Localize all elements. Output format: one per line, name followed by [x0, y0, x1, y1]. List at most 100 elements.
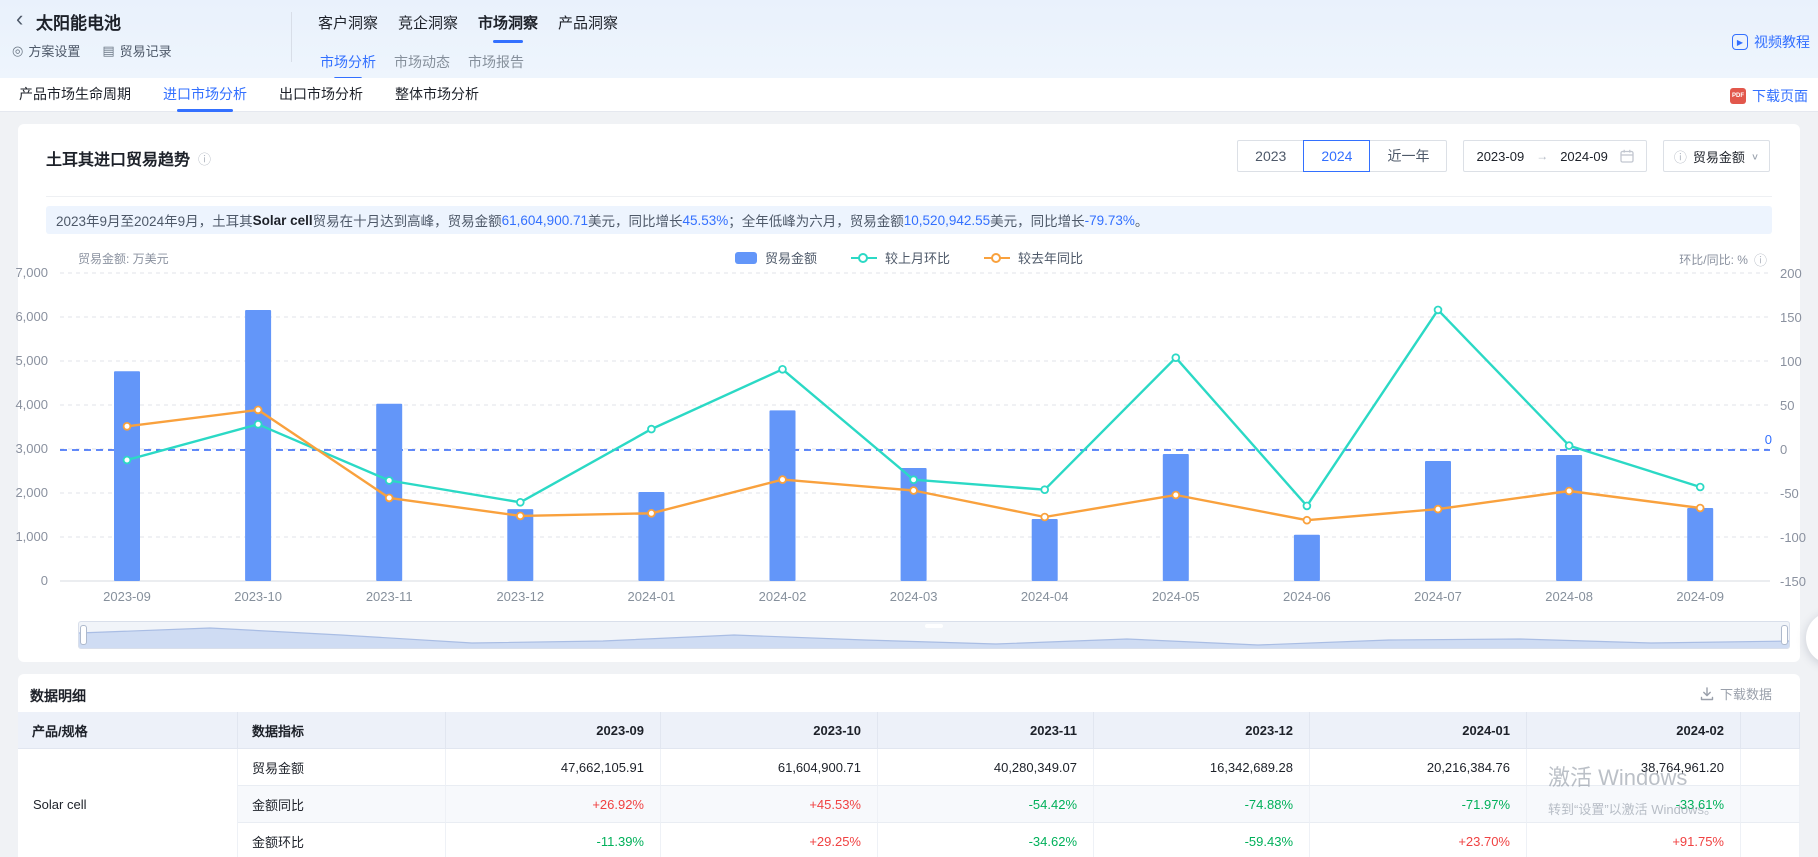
col-header-product: 产品/规格 — [18, 712, 238, 749]
row-label-贸易金额: 贸易金额 — [238, 749, 446, 786]
header-action-label: 贸易记录 — [120, 41, 172, 60]
summary-text: Solar cell — [253, 213, 313, 228]
subtab-市场分析[interactable]: 市场分析 — [320, 52, 376, 80]
nav-进口市场分析[interactable]: 进口市场分析 — [163, 78, 247, 112]
value-金额环比-2024-01: +23.70% — [1310, 823, 1527, 857]
col-header-2024-02: 2024-02 — [1527, 712, 1741, 749]
summary-text: 美元，同比增长 — [990, 210, 1085, 230]
nav-label: 产品市场生命周期 — [19, 86, 131, 102]
chart-title: 土耳其进口贸易趋势 — [46, 146, 190, 170]
tab-label: 客户洞察 — [318, 15, 378, 32]
header-action-方案设置[interactable]: ◎方案设置 — [12, 41, 80, 60]
tab-label: 竞企洞察 — [398, 15, 458, 32]
value-贸易金额-2024-01: 20,216,384.76 — [1310, 749, 1527, 786]
year-button-2023[interactable]: 2023 — [1237, 140, 1304, 172]
summary-text: 。 — [1135, 210, 1149, 230]
year-filter-group: 20232024近一年 — [1237, 140, 1447, 172]
tab-label: 市场洞察 — [478, 15, 538, 32]
date-range-picker[interactable]: 2023-09 → 2024-09 — [1463, 140, 1646, 172]
range-arrow-icon: → — [1536, 149, 1548, 163]
data-detail-card: 数据明细 下载数据 产品/规格数据指标2023-092023-102023-11… — [18, 674, 1800, 857]
legend-ring — [858, 253, 868, 263]
value-金额同比-2024-02: -33.61% — [1527, 786, 1741, 823]
analysis-nav: 产品市场生命周期 进口市场分析 出口市场分析 整体市场分析 — [0, 78, 1818, 112]
metric-select-value: 贸易金额 — [1693, 147, 1745, 166]
chart-legend: 贸易金额 较上月环比 较去年同比 — [18, 248, 1800, 267]
tab-产品洞察[interactable]: 产品洞察 — [558, 12, 618, 43]
info-icon[interactable]: ⓘ — [1754, 250, 1767, 269]
left-axis-unit: 贸易金额: 万美元 — [78, 250, 169, 267]
datazoom-grip[interactable] — [925, 624, 943, 628]
nav-label: 出口市场分析 — [279, 86, 363, 102]
back-icon[interactable]: ‹ — [16, 8, 23, 30]
play-icon: ▶ — [1732, 34, 1748, 50]
download-page-button[interactable]: PDF 下载页面 — [1730, 86, 1808, 106]
info-icon: ⓘ — [1674, 147, 1687, 166]
summary-highlight: 61,604,900.71 — [502, 213, 588, 228]
subtab-label: 市场分析 — [320, 54, 376, 70]
legend-bar-swatch — [735, 252, 757, 264]
value-金额环比-2024-02: +91.75% — [1527, 823, 1741, 857]
chevron-down-icon: ∨ — [1751, 151, 1759, 161]
detail-table: 产品/规格数据指标2023-092023-102023-112023-12202… — [18, 712, 1800, 857]
col-header-filler — [1741, 712, 1800, 749]
back-to-top-button[interactable] — [1806, 612, 1818, 664]
tab-市场洞察[interactable]: 市场洞察 — [478, 12, 538, 43]
nav-整体市场分析[interactable]: 整体市场分析 — [395, 78, 479, 112]
info-icon[interactable]: ⓘ — [198, 149, 211, 168]
tab-label: 产品洞察 — [558, 15, 618, 32]
header-action-贸易记录[interactable]: ▤贸易记录 — [102, 41, 171, 60]
download-data-button[interactable]: 下载数据 — [1700, 684, 1772, 703]
legend-line-swatch — [851, 252, 877, 264]
date-range-start: 2023-09 — [1476, 149, 1524, 164]
row-filler — [1741, 823, 1800, 857]
nav-label: 进口市场分析 — [163, 86, 247, 102]
market-sub-tabs: 市场分析 市场动态 市场报告 — [320, 52, 524, 80]
legend-item-较去年同比[interactable]: 较去年同比 — [984, 248, 1083, 267]
value-金额环比-2023-12: -59.43% — [1094, 823, 1310, 857]
datazoom-left-handle[interactable] — [80, 625, 87, 645]
tab-客户洞察[interactable]: 客户洞察 — [318, 12, 378, 43]
col-header-2023-09: 2023-09 — [446, 712, 661, 749]
summary-text: ；全年低峰为六月，贸易金额 — [728, 210, 904, 230]
row-filler — [1741, 786, 1800, 823]
summary-banner: 2023年9月至2024年9月，土耳其Solar cell贸易在十月达到高峰，贸… — [46, 206, 1772, 234]
download-data-label: 下载数据 — [1720, 684, 1772, 703]
summary-highlight: 10,520,942.55 — [904, 213, 990, 228]
summary-highlight: 45.53% — [682, 213, 728, 228]
subtab-label: 市场报告 — [468, 54, 524, 70]
year-button-近一年[interactable]: 近一年 — [1369, 140, 1447, 172]
right-axis-unit: 环比/同比: % ⓘ — [1679, 250, 1767, 269]
divider — [46, 196, 1772, 197]
legend-item-贸易金额[interactable]: 贸易金额 — [735, 248, 817, 267]
datazoom-right-handle[interactable] — [1781, 625, 1788, 645]
subtab-市场报告[interactable]: 市场报告 — [468, 52, 524, 80]
value-贸易金额-2023-12: 16,342,689.28 — [1094, 749, 1310, 786]
datazoom-slider[interactable] — [78, 621, 1790, 649]
subtab-市场动态[interactable]: 市场动态 — [394, 52, 450, 80]
summary-text: 贸易在十月达到高峰，贸易金额 — [313, 210, 502, 230]
nav-产品市场生命周期[interactable]: 产品市场生命周期 — [19, 78, 131, 112]
import-trend-card: 土耳其进口贸易趋势 ⓘ 20232024近一年 2023-09 → 2024-0… — [18, 124, 1800, 662]
year-button-2024[interactable]: 2024 — [1303, 140, 1370, 172]
tab-竞企洞察[interactable]: 竞企洞察 — [398, 12, 458, 43]
legend-label: 较去年同比 — [1018, 248, 1083, 267]
value-金额同比-2023-10: +45.53% — [661, 786, 878, 823]
value-贸易金额-2024-02: 38,764,961.20 — [1527, 749, 1741, 786]
row-label-金额环比: 金额环比 — [238, 823, 446, 857]
summary-text: 2023年9月至2024年9月，土耳其 — [56, 210, 253, 230]
header-actions: ◎方案设置 ▤贸易记录 — [12, 41, 172, 60]
value-金额同比-2023-09: +26.92% — [446, 786, 661, 823]
nav-label: 整体市场分析 — [395, 86, 479, 102]
legend-label: 贸易金额 — [765, 248, 817, 267]
metric-select[interactable]: ⓘ 贸易金额 ∨ — [1663, 140, 1770, 172]
summary-highlight: -79.73% — [1085, 213, 1135, 228]
legend-item-较上月环比[interactable]: 较上月环比 — [851, 248, 950, 267]
video-tutorial-button[interactable]: ▶ 视频教程 — [1732, 32, 1810, 52]
nav-出口市场分析[interactable]: 出口市场分析 — [279, 78, 363, 112]
download-icon — [1700, 687, 1714, 701]
header-action-label: 方案设置 — [28, 41, 80, 60]
product-cell: Solar cell — [18, 749, 238, 857]
divider — [291, 12, 292, 62]
active-underline — [177, 109, 233, 112]
